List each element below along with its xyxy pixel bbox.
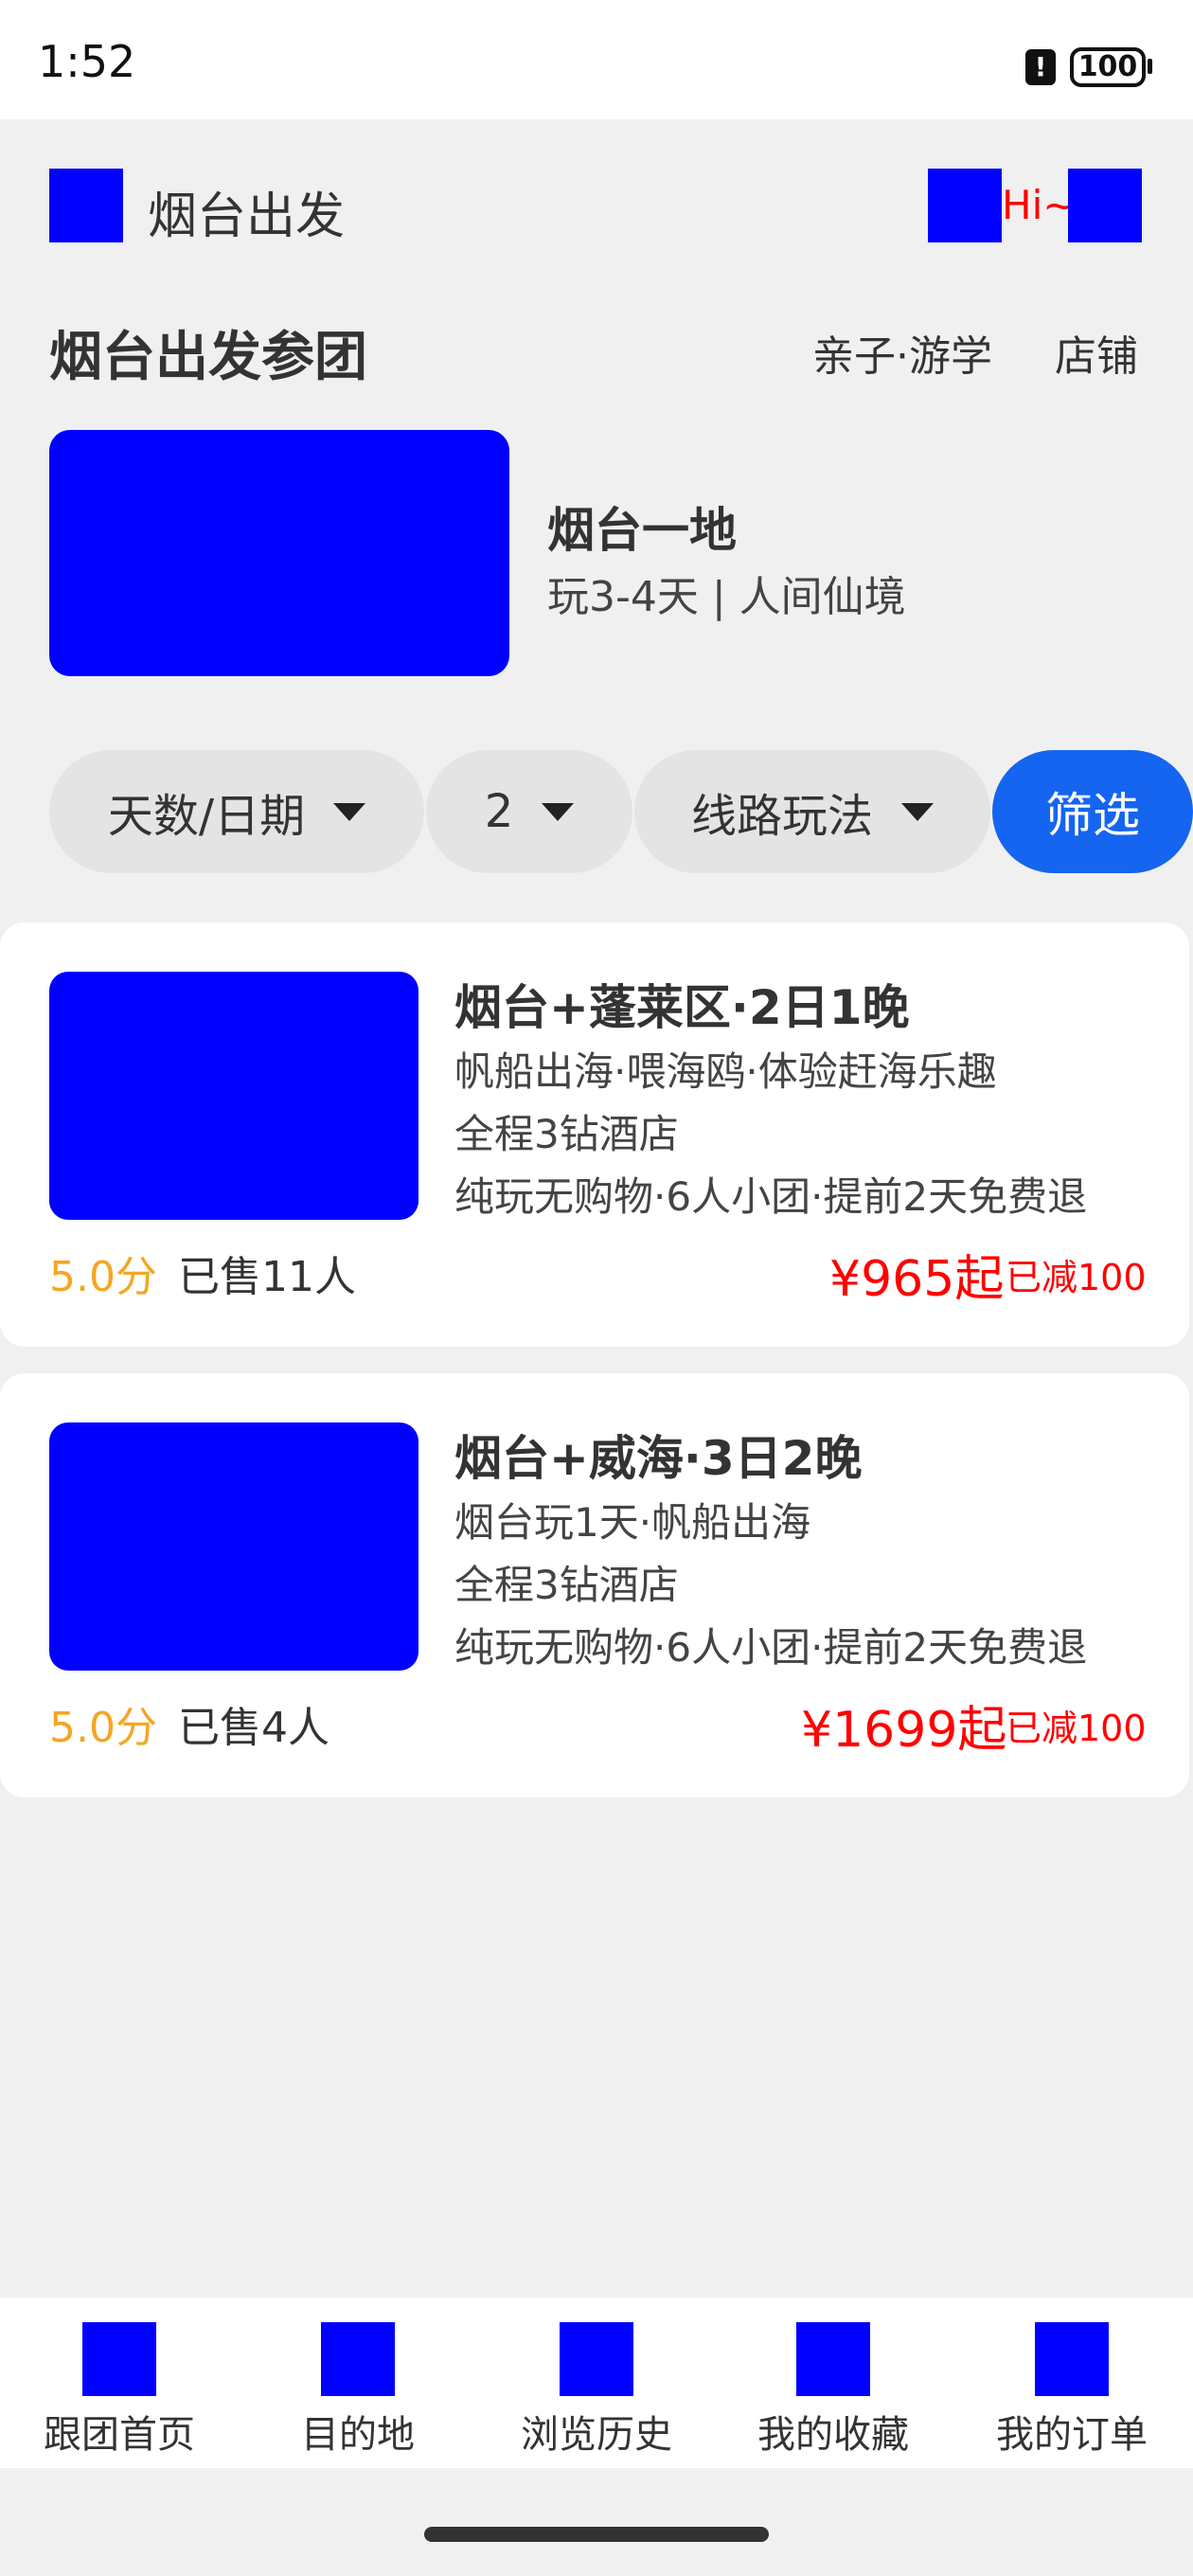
product-price: ¥965起 (829, 1251, 1005, 1308)
battery-tip (1148, 59, 1152, 74)
avatar-icon[interactable] (928, 169, 1002, 242)
days-date-filter[interactable]: 天数/日期 (49, 750, 424, 873)
product-highlights: 烟台玩1天·帆船出海 (454, 1499, 811, 1546)
product-sold: 已售11人 (178, 1253, 356, 1301)
route-filter[interactable]: 线路玩法 (634, 750, 990, 873)
family-study-link[interactable]: 亲子·游学 (812, 322, 992, 383)
filter-button[interactable]: 筛选 (992, 750, 1193, 873)
nav-item-favorites[interactable]: 我的收藏 (729, 2322, 937, 2464)
nav-label: 我的收藏 (757, 2413, 909, 2457)
greeting-text: Hi~ (1002, 182, 1077, 228)
battery-icon: 100 (1070, 47, 1146, 87)
menu-icon[interactable] (1068, 169, 1142, 242)
product-discount: 已减100 (1006, 1257, 1147, 1298)
product-score: 5.0分 (49, 1253, 157, 1301)
orders-icon (1035, 2322, 1109, 2396)
product-price: ¥1699起 (801, 1702, 1007, 1759)
product-features: 纯玩无购物·6人小团·提前2天免费退 (454, 1624, 1088, 1671)
product-score: 5.0分 (49, 1704, 157, 1752)
alert-icon: ! (1025, 49, 1056, 85)
chevron-down-icon (333, 802, 366, 821)
home-icon (82, 2322, 156, 2396)
status-bar (0, 0, 1193, 119)
logo-image (49, 169, 123, 242)
nav-label: 跟团首页 (44, 2413, 195, 2457)
status-time: 1:52 (38, 36, 136, 87)
product-hotel: 全程3钻酒店 (454, 1111, 679, 1157)
destination-image[interactable] (49, 430, 509, 676)
nav-item-history[interactable]: 浏览历史 (492, 2322, 701, 2464)
history-icon (560, 2322, 633, 2396)
home-indicator[interactable] (424, 2527, 769, 2542)
product-discount: 已减100 (1006, 1708, 1147, 1749)
product-sold: 已售4人 (178, 1704, 329, 1752)
chevron-down-icon (901, 802, 934, 821)
section-title: 烟台出发参团 (49, 327, 367, 388)
destination-icon (321, 2322, 395, 2396)
page-title: 烟台出发 (148, 188, 346, 245)
nav-label: 目的地 (301, 2413, 415, 2457)
nav-item-destination[interactable]: 目的地 (254, 2322, 462, 2464)
shop-link[interactable]: 店铺 (1055, 322, 1138, 383)
people-count-filter[interactable]: 2 (426, 750, 632, 873)
nav-item-home[interactable]: 跟团首页 (15, 2322, 223, 2464)
product-hotel: 全程3钻酒店 (454, 1562, 679, 1608)
people-count-label: 2 (484, 785, 514, 838)
destination-name[interactable]: 烟台一地 (547, 492, 737, 561)
favorites-icon (796, 2322, 870, 2396)
nav-label: 浏览历史 (521, 2413, 672, 2457)
product-highlights: 帆船出海·喂海鸥·体验赶海乐趣 (454, 1048, 997, 1095)
nav-item-orders[interactable]: 我的订单 (968, 2322, 1176, 2464)
product-title: 烟台+威海·3日2晚 (454, 1431, 863, 1486)
product-features: 纯玩无购物·6人小团·提前2天免费退 (454, 1173, 1088, 1220)
route-label: 线路玩法 (690, 790, 873, 843)
chevron-down-icon (542, 802, 575, 821)
days-date-label: 天数/日期 (107, 790, 306, 843)
product-image[interactable] (49, 1422, 418, 1671)
destination-desc: 玩3-4天 | 人间仙境 (547, 573, 906, 621)
nav-label: 我的订单 (996, 2413, 1148, 2457)
product-image[interactable] (49, 972, 418, 1220)
product-title: 烟台+蓬莱区·2日1晚 (454, 980, 910, 1035)
